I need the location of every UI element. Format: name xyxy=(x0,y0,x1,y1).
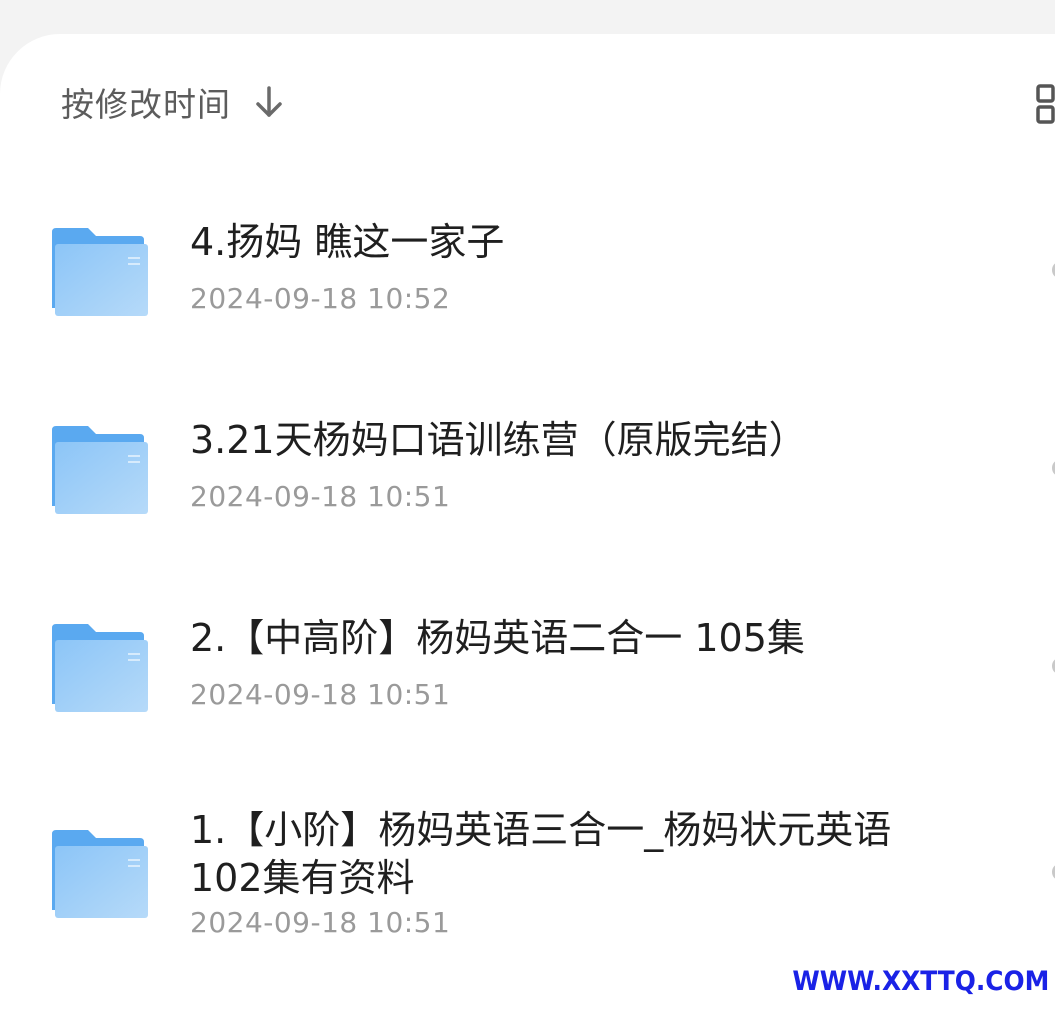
file-date: 2024-09-18 10:51 xyxy=(190,906,450,940)
watermark: WWW.XXTTQ.COM xyxy=(792,966,1049,997)
sort-control[interactable]: 按修改时间 xyxy=(61,80,285,124)
sort-label: 按修改时间 xyxy=(61,78,231,126)
file-name: 1.【小阶】杨妈英语三合一_杨妈状元英语102集有资料 xyxy=(190,806,920,902)
folder-icon xyxy=(50,622,148,712)
file-date: 2024-09-18 10:51 xyxy=(190,678,450,712)
folder-icon xyxy=(50,828,148,918)
arrow-down-icon[interactable] xyxy=(253,84,285,120)
file-date: 2024-09-18 10:51 xyxy=(190,480,450,514)
file-name: 2.【中高阶】杨妈英语二合一 105集 xyxy=(190,614,930,662)
folder-icon xyxy=(50,226,148,316)
file-name: 4.扬妈 瞧这一家子 xyxy=(190,218,930,266)
file-name: 3.21天杨妈口语训练营（原版完结） xyxy=(190,416,930,464)
grid-view-icon[interactable] xyxy=(1034,82,1055,126)
folder-icon xyxy=(50,424,148,514)
file-date: 2024-09-18 10:52 xyxy=(190,282,450,316)
